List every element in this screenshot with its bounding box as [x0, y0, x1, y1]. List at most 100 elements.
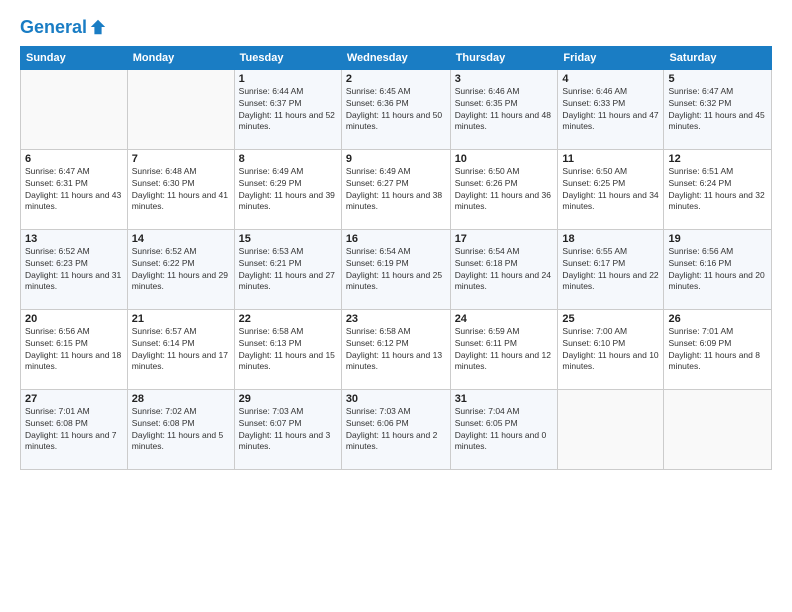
day-number: 29: [239, 393, 337, 405]
day-number: 23: [346, 313, 446, 325]
calendar-cell: 11Sunrise: 6:50 AMSunset: 6:25 PMDayligh…: [558, 149, 664, 229]
calendar-cell: 10Sunrise: 6:50 AMSunset: 6:26 PMDayligh…: [450, 149, 558, 229]
calendar-cell: 15Sunrise: 6:53 AMSunset: 6:21 PMDayligh…: [234, 229, 341, 309]
calendar-cell: 30Sunrise: 7:03 AMSunset: 6:06 PMDayligh…: [341, 389, 450, 469]
day-info: Sunrise: 6:46 AMSunset: 6:33 PMDaylight:…: [562, 86, 659, 134]
day-info: Sunrise: 6:51 AMSunset: 6:24 PMDaylight:…: [668, 166, 767, 214]
calendar-cell: 1Sunrise: 6:44 AMSunset: 6:37 PMDaylight…: [234, 69, 341, 149]
day-number: 28: [132, 393, 230, 405]
day-info: Sunrise: 6:50 AMSunset: 6:25 PMDaylight:…: [562, 166, 659, 214]
page: General SundayMondayTuesdayWednesdayThur…: [0, 0, 792, 612]
weekday-header-wednesday: Wednesday: [341, 46, 450, 69]
day-number: 20: [25, 313, 123, 325]
calendar-cell: 16Sunrise: 6:54 AMSunset: 6:19 PMDayligh…: [341, 229, 450, 309]
day-number: 10: [455, 153, 554, 165]
calendar-cell: 18Sunrise: 6:55 AMSunset: 6:17 PMDayligh…: [558, 229, 664, 309]
calendar-week-3: 13Sunrise: 6:52 AMSunset: 6:23 PMDayligh…: [21, 229, 772, 309]
day-number: 5: [668, 73, 767, 85]
day-info: Sunrise: 7:04 AMSunset: 6:05 PMDaylight:…: [455, 406, 554, 454]
day-info: Sunrise: 6:49 AMSunset: 6:29 PMDaylight:…: [239, 166, 337, 214]
logo: General: [20, 18, 107, 36]
calendar-cell: 6Sunrise: 6:47 AMSunset: 6:31 PMDaylight…: [21, 149, 128, 229]
weekday-header-monday: Monday: [127, 46, 234, 69]
calendar-cell: 3Sunrise: 6:46 AMSunset: 6:35 PMDaylight…: [450, 69, 558, 149]
day-info: Sunrise: 6:52 AMSunset: 6:22 PMDaylight:…: [132, 246, 230, 294]
day-info: Sunrise: 7:03 AMSunset: 6:07 PMDaylight:…: [239, 406, 337, 454]
weekday-header-thursday: Thursday: [450, 46, 558, 69]
day-info: Sunrise: 6:56 AMSunset: 6:16 PMDaylight:…: [668, 246, 767, 294]
calendar-cell: 27Sunrise: 7:01 AMSunset: 6:08 PMDayligh…: [21, 389, 128, 469]
day-number: 1: [239, 73, 337, 85]
calendar-cell: 26Sunrise: 7:01 AMSunset: 6:09 PMDayligh…: [664, 309, 772, 389]
calendar-cell: 29Sunrise: 7:03 AMSunset: 6:07 PMDayligh…: [234, 389, 341, 469]
calendar-cell: [127, 69, 234, 149]
calendar-cell: 12Sunrise: 6:51 AMSunset: 6:24 PMDayligh…: [664, 149, 772, 229]
day-number: 24: [455, 313, 554, 325]
day-number: 2: [346, 73, 446, 85]
day-info: Sunrise: 7:01 AMSunset: 6:09 PMDaylight:…: [668, 326, 767, 374]
calendar-header-row: SundayMondayTuesdayWednesdayThursdayFrid…: [21, 46, 772, 69]
day-number: 27: [25, 393, 123, 405]
day-number: 9: [346, 153, 446, 165]
day-info: Sunrise: 7:01 AMSunset: 6:08 PMDaylight:…: [25, 406, 123, 454]
day-number: 22: [239, 313, 337, 325]
day-number: 7: [132, 153, 230, 165]
day-info: Sunrise: 6:53 AMSunset: 6:21 PMDaylight:…: [239, 246, 337, 294]
day-info: Sunrise: 6:59 AMSunset: 6:11 PMDaylight:…: [455, 326, 554, 374]
calendar-cell: 13Sunrise: 6:52 AMSunset: 6:23 PMDayligh…: [21, 229, 128, 309]
day-info: Sunrise: 6:56 AMSunset: 6:15 PMDaylight:…: [25, 326, 123, 374]
calendar-cell: 31Sunrise: 7:04 AMSunset: 6:05 PMDayligh…: [450, 389, 558, 469]
day-info: Sunrise: 6:48 AMSunset: 6:30 PMDaylight:…: [132, 166, 230, 214]
day-info: Sunrise: 6:45 AMSunset: 6:36 PMDaylight:…: [346, 86, 446, 134]
day-number: 4: [562, 73, 659, 85]
day-info: Sunrise: 6:47 AMSunset: 6:31 PMDaylight:…: [25, 166, 123, 214]
calendar-cell: 5Sunrise: 6:47 AMSunset: 6:32 PMDaylight…: [664, 69, 772, 149]
calendar-week-1: 1Sunrise: 6:44 AMSunset: 6:37 PMDaylight…: [21, 69, 772, 149]
day-info: Sunrise: 7:03 AMSunset: 6:06 PMDaylight:…: [346, 406, 446, 454]
calendar-cell: 24Sunrise: 6:59 AMSunset: 6:11 PMDayligh…: [450, 309, 558, 389]
calendar-cell: 20Sunrise: 6:56 AMSunset: 6:15 PMDayligh…: [21, 309, 128, 389]
day-number: 17: [455, 233, 554, 245]
calendar-cell: 22Sunrise: 6:58 AMSunset: 6:13 PMDayligh…: [234, 309, 341, 389]
calendar-week-5: 27Sunrise: 7:01 AMSunset: 6:08 PMDayligh…: [21, 389, 772, 469]
logo-text: General: [20, 18, 87, 38]
calendar-week-2: 6Sunrise: 6:47 AMSunset: 6:31 PMDaylight…: [21, 149, 772, 229]
weekday-header-sunday: Sunday: [21, 46, 128, 69]
calendar-cell: 4Sunrise: 6:46 AMSunset: 6:33 PMDaylight…: [558, 69, 664, 149]
day-number: 30: [346, 393, 446, 405]
day-info: Sunrise: 6:54 AMSunset: 6:18 PMDaylight:…: [455, 246, 554, 294]
calendar-cell: 25Sunrise: 7:00 AMSunset: 6:10 PMDayligh…: [558, 309, 664, 389]
day-info: Sunrise: 6:54 AMSunset: 6:19 PMDaylight:…: [346, 246, 446, 294]
day-info: Sunrise: 6:46 AMSunset: 6:35 PMDaylight:…: [455, 86, 554, 134]
day-info: Sunrise: 6:49 AMSunset: 6:27 PMDaylight:…: [346, 166, 446, 214]
day-number: 13: [25, 233, 123, 245]
day-info: Sunrise: 6:55 AMSunset: 6:17 PMDaylight:…: [562, 246, 659, 294]
weekday-header-friday: Friday: [558, 46, 664, 69]
calendar-cell: 28Sunrise: 7:02 AMSunset: 6:08 PMDayligh…: [127, 389, 234, 469]
calendar-cell: 9Sunrise: 6:49 AMSunset: 6:27 PMDaylight…: [341, 149, 450, 229]
day-number: 15: [239, 233, 337, 245]
weekday-header-tuesday: Tuesday: [234, 46, 341, 69]
calendar-cell: [558, 389, 664, 469]
day-info: Sunrise: 7:00 AMSunset: 6:10 PMDaylight:…: [562, 326, 659, 374]
day-number: 12: [668, 153, 767, 165]
day-number: 21: [132, 313, 230, 325]
day-info: Sunrise: 6:47 AMSunset: 6:32 PMDaylight:…: [668, 86, 767, 134]
day-info: Sunrise: 6:50 AMSunset: 6:26 PMDaylight:…: [455, 166, 554, 214]
day-info: Sunrise: 6:58 AMSunset: 6:13 PMDaylight:…: [239, 326, 337, 374]
calendar-cell: [664, 389, 772, 469]
day-number: 11: [562, 153, 659, 165]
day-number: 26: [668, 313, 767, 325]
day-info: Sunrise: 6:44 AMSunset: 6:37 PMDaylight:…: [239, 86, 337, 134]
calendar-cell: 19Sunrise: 6:56 AMSunset: 6:16 PMDayligh…: [664, 229, 772, 309]
day-number: 31: [455, 393, 554, 405]
calendar-cell: [21, 69, 128, 149]
calendar-cell: 17Sunrise: 6:54 AMSunset: 6:18 PMDayligh…: [450, 229, 558, 309]
day-number: 18: [562, 233, 659, 245]
calendar-week-4: 20Sunrise: 6:56 AMSunset: 6:15 PMDayligh…: [21, 309, 772, 389]
day-info: Sunrise: 6:52 AMSunset: 6:23 PMDaylight:…: [25, 246, 123, 294]
day-number: 8: [239, 153, 337, 165]
day-number: 6: [25, 153, 123, 165]
logo-icon: [89, 18, 107, 36]
day-number: 25: [562, 313, 659, 325]
